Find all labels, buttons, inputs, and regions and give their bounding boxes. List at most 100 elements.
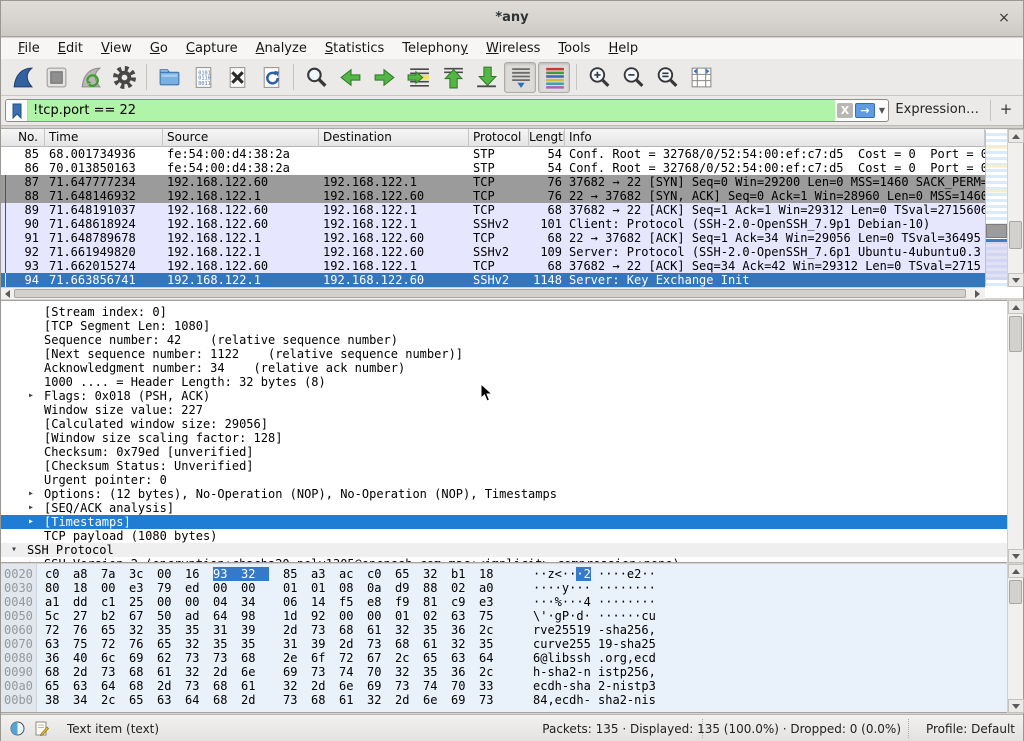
hex-byte[interactable]: 00 (101, 581, 129, 595)
hex-row-00b0[interactable]: 00b038342c656364682d736861322d6e697384,e… (1, 693, 1007, 707)
hex-byte[interactable]: 00 (339, 609, 367, 623)
column-header-time[interactable]: Time (45, 129, 163, 147)
detail-line-11[interactable]: [Checksum Status: Unverified] (1, 459, 1007, 473)
hex-byte[interactable]: 61 (157, 665, 185, 679)
hex-byte[interactable]: 80 (45, 581, 73, 595)
hex-byte[interactable]: 61 (241, 679, 269, 693)
scroll-down-button[interactable] (1008, 549, 1024, 563)
hex-byte[interactable]: 73 (311, 623, 339, 637)
packet-row-87[interactable]: 8771.647777234192.168.122.60192.168.122.… (1, 175, 985, 189)
hex-byte[interactable]: 68 (311, 693, 339, 707)
hex-byte[interactable]: 75 (73, 637, 101, 651)
hex-byte[interactable]: c0 (367, 567, 395, 581)
start-capture-button[interactable] (6, 62, 38, 93)
detail-line-15[interactable]: ▸[Timestamps] (1, 515, 1007, 529)
stop-capture-button[interactable] (40, 62, 72, 93)
hex-byte[interactable]: 69 (129, 651, 157, 665)
collapsed-arrow-icon[interactable]: ▸ (28, 557, 34, 563)
capture-comment-icon[interactable] (34, 721, 49, 736)
hex-byte[interactable]: e3 (479, 595, 507, 609)
hex-byte[interactable]: 00 (157, 595, 185, 609)
expanded-arrow-icon[interactable]: ▾ (11, 543, 17, 557)
hex-byte[interactable]: 70 (367, 665, 395, 679)
colorize-button[interactable] (538, 62, 570, 93)
hex-byte[interactable]: 18 (479, 567, 507, 581)
hex-byte[interactable]: 38 (45, 693, 73, 707)
hex-byte[interactable]: 34 (241, 595, 269, 609)
detail-line-1[interactable]: [TCP Segment Len: 1080] (1, 319, 1007, 333)
hex-byte[interactable]: 72 (101, 637, 129, 651)
hex-byte[interactable]: 64 (213, 609, 241, 623)
hex-byte[interactable]: 63 (157, 693, 185, 707)
hex-byte[interactable]: 04 (213, 595, 241, 609)
go-to-packet-button[interactable] (402, 62, 434, 93)
column-header-source[interactable]: Source (163, 129, 319, 147)
hex-byte[interactable]: 2d (157, 679, 185, 693)
detail-line-18[interactable]: ▸SSH Version 2 (encryption:chacha20-poly… (1, 557, 1007, 563)
expression-button[interactable]: Expression… (895, 102, 979, 117)
hex-byte[interactable]: 32 (241, 567, 269, 581)
open-file-button[interactable] (153, 62, 185, 93)
hex-byte[interactable]: 65 (45, 679, 73, 693)
hex-byte[interactable]: 69 (367, 679, 395, 693)
save-file-button[interactable]: 010101100011 (187, 62, 219, 93)
detail-line-2[interactable]: Sequence number: 42 (relative sequence n… (1, 333, 1007, 347)
find-packet-button[interactable] (300, 62, 332, 93)
menu-statistics[interactable]: Statistics (316, 39, 393, 58)
packet-row-94[interactable]: 9471.663856741192.168.122.1192.168.122.6… (1, 273, 985, 287)
hex-byte[interactable]: 75 (479, 609, 507, 623)
hex-row-0090[interactable]: 0090682d736861322d6e697374703235362ch-sh… (1, 665, 1007, 679)
hex-byte[interactable]: 73 (479, 693, 507, 707)
hex-byte[interactable]: 73 (101, 665, 129, 679)
hex-byte[interactable]: 2e (283, 651, 311, 665)
hex-byte[interactable]: 93 (213, 567, 241, 581)
packet-row-86[interactable]: 8670.013850163fe:54:00:d4:38:2aSTP54Conf… (1, 161, 985, 175)
hex-byte[interactable]: 2c (395, 651, 423, 665)
hex-byte[interactable]: 2c (479, 623, 507, 637)
packet-row-91[interactable]: 9171.648789678192.168.122.1192.168.122.6… (1, 231, 985, 245)
hex-byte[interactable]: 01 (395, 609, 423, 623)
detail-line-4[interactable]: Acknowledgment number: 34 (relative ack … (1, 361, 1007, 375)
hex-byte[interactable]: 69 (451, 693, 479, 707)
hex-byte[interactable]: 01 (283, 581, 311, 595)
detail-line-6[interactable]: ▸Flags: 0x018 (PSH, ACK) (1, 389, 1007, 403)
hex-byte[interactable]: 65 (129, 693, 157, 707)
hex-byte[interactable]: 68 (45, 665, 73, 679)
hex-byte[interactable]: 74 (423, 679, 451, 693)
hex-byte[interactable]: 2d (395, 693, 423, 707)
hex-byte[interactable]: 68 (213, 693, 241, 707)
go-last-button[interactable] (470, 62, 502, 93)
hex-byte[interactable]: 98 (241, 609, 269, 623)
hex-byte[interactable]: b2 (101, 609, 129, 623)
hex-byte[interactable]: c0 (45, 567, 73, 581)
column-header-destination[interactable]: Destination (319, 129, 469, 147)
display-filter-input[interactable] (28, 100, 835, 121)
hex-byte[interactable]: 73 (185, 679, 213, 693)
packet-row-92[interactable]: 9271.661949820192.168.122.1192.168.122.6… (1, 245, 985, 259)
hex-byte[interactable]: 3c (129, 567, 157, 581)
scroll-right-button[interactable] (971, 288, 983, 299)
hex-byte[interactable]: 35 (213, 637, 241, 651)
capture-options-button[interactable] (108, 62, 140, 93)
hex-byte[interactable]: 2d (283, 623, 311, 637)
scroll-thumb[interactable] (1009, 316, 1022, 352)
hex-byte[interactable]: 70 (451, 679, 479, 693)
hex-byte[interactable]: 2d (241, 693, 269, 707)
auto-scroll-button[interactable] (504, 62, 536, 93)
hex-vscrollbar[interactable] (1007, 564, 1023, 713)
hex-byte[interactable]: 92 (311, 609, 339, 623)
hex-byte[interactable]: 2d (213, 665, 241, 679)
hex-byte[interactable]: 65 (101, 623, 129, 637)
detail-line-13[interactable]: ▸Options: (12 bytes), No-Operation (NOP)… (1, 487, 1007, 501)
hex-byte[interactable]: 67 (367, 651, 395, 665)
hex-row-0030[interactable]: 0030801800e379ed00000101080ad98802a0····… (1, 581, 1007, 595)
hex-byte[interactable]: 14 (311, 595, 339, 609)
scroll-up-button[interactable] (1008, 300, 1024, 314)
hex-byte[interactable]: 50 (157, 609, 185, 623)
packet-list-header[interactable]: No.TimeSourceDestinationProtocolLengthIn… (1, 129, 1007, 147)
hex-row-0050[interactable]: 00505c27b26750ad64981d92000001026375\'·g… (1, 609, 1007, 623)
hex-byte[interactable]: 35 (157, 623, 185, 637)
scroll-up-button[interactable] (1008, 564, 1024, 578)
hex-byte[interactable]: e3 (129, 581, 157, 595)
hex-byte[interactable]: 79 (157, 581, 185, 595)
